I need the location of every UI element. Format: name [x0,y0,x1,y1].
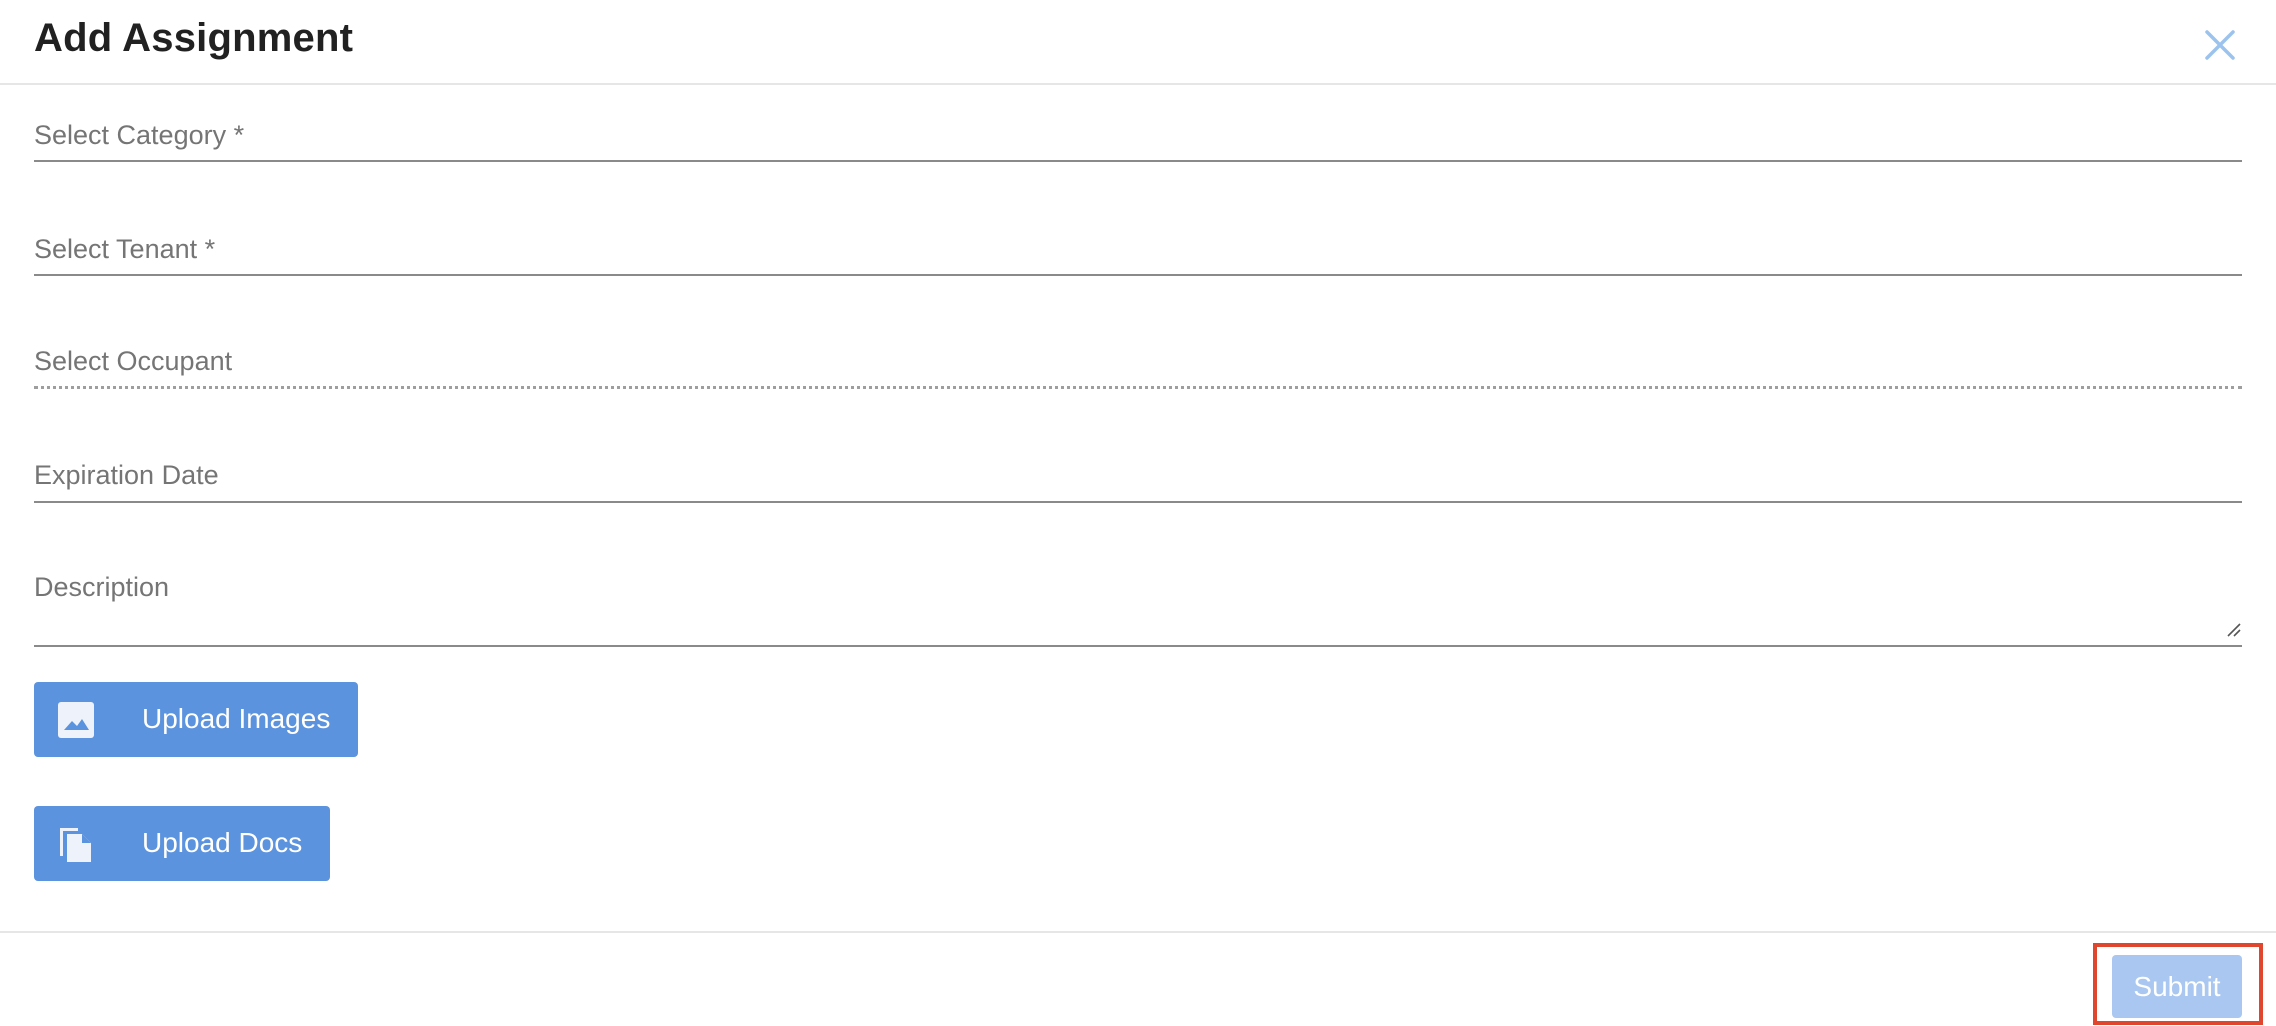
close-button[interactable] [2203,28,2237,62]
upload-docs-label: Upload Docs [142,827,303,858]
upload-images-label: Upload Images [142,703,331,734]
occupant-select[interactable]: Select Occupant [34,336,2242,396]
occupant-underline [34,386,2242,389]
tenant-label: Select Tenant * [34,234,216,264]
dialog-footer [0,931,2276,1026]
submit-button[interactable]: Submit [2112,955,2242,1018]
expiration-date-label: Expiration Date [34,460,219,490]
tenant-underline [34,274,2242,276]
dialog-title: Add Assignment [34,16,354,60]
close-icon [2205,30,2235,60]
category-underline [34,160,2242,162]
upload-docs-button[interactable]: Upload Docs [34,806,330,881]
description-label: Description [34,572,170,602]
dialog-header: Add Assignment [0,0,2276,85]
occupant-label: Select Occupant [34,346,233,376]
image-icon [56,700,96,740]
expiration-date-underline [34,501,2242,503]
docs-icon [56,824,96,864]
tenant-select[interactable]: Select Tenant * [34,224,2242,284]
category-label: Select Category * [34,120,245,150]
expiration-date-field[interactable]: Expiration Date [34,450,2242,510]
upload-images-button[interactable]: Upload Images [34,682,358,757]
description-underline [34,645,2242,647]
category-select[interactable]: Select Category * [34,110,2242,170]
add-assignment-dialog: Add Assignment Select Category * Select … [0,0,2276,1026]
resize-handle-icon[interactable] [2224,620,2242,638]
description-textarea[interactable]: Description [34,562,2242,652]
